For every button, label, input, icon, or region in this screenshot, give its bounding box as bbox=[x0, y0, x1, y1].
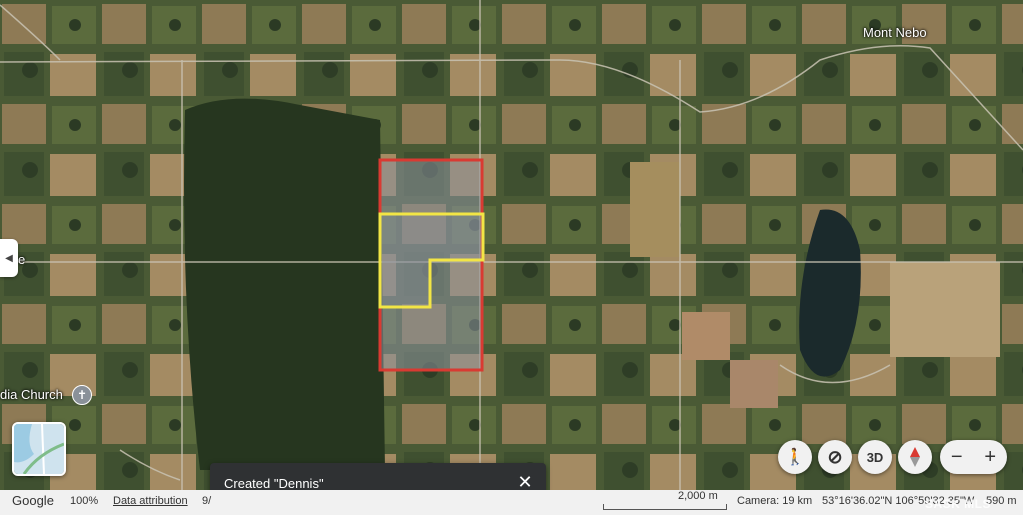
church-icon[interactable]: ✝ bbox=[72, 385, 92, 405]
status-bar: Google 100% Data attribution 9/ 2,000 m … bbox=[0, 490, 1023, 515]
data-attribution-link[interactable]: Data attribution bbox=[113, 495, 188, 507]
camera-altitude: Camera: 19 km bbox=[737, 495, 813, 507]
compass-icon bbox=[910, 447, 920, 467]
zoom-out-button[interactable]: − bbox=[951, 446, 963, 469]
place-label-church: dia Church bbox=[0, 387, 63, 402]
view-3d-button[interactable]: 3D bbox=[858, 440, 892, 474]
toast-message: Created "Dennis" bbox=[224, 476, 324, 491]
truncated-text: 9/ bbox=[202, 495, 212, 507]
google-logo: Google bbox=[12, 493, 54, 508]
chevron-left-icon: ◀ bbox=[5, 252, 13, 264]
map-layer-toggle[interactable] bbox=[12, 422, 66, 476]
zoom-percent: 100% bbox=[70, 495, 99, 507]
street-view-pegman-button[interactable]: 🚶 bbox=[778, 440, 812, 474]
compass-button[interactable] bbox=[898, 440, 932, 474]
view-3d-label: 3D bbox=[866, 449, 884, 465]
zoom-control: − + bbox=[940, 440, 1007, 474]
scale-bar bbox=[603, 504, 727, 510]
place-label-partial: e bbox=[18, 252, 26, 267]
tilt-button[interactable]: ⊘ bbox=[818, 440, 852, 474]
tilt-icon: ⊘ bbox=[827, 446, 843, 467]
scale-label: 2,000 m bbox=[678, 490, 718, 502]
satellite-map[interactable] bbox=[0, 0, 1023, 490]
place-label-mont-nebo: Mont Nebo bbox=[863, 25, 927, 40]
mls-watermark: SASK MLS bbox=[925, 497, 992, 511]
zoom-in-button[interactable]: + bbox=[984, 446, 996, 469]
side-panel-toggle[interactable]: ◀ bbox=[0, 239, 18, 277]
map-thumbnail-icon bbox=[14, 424, 64, 474]
pegman-icon: 🚶 bbox=[785, 449, 805, 466]
